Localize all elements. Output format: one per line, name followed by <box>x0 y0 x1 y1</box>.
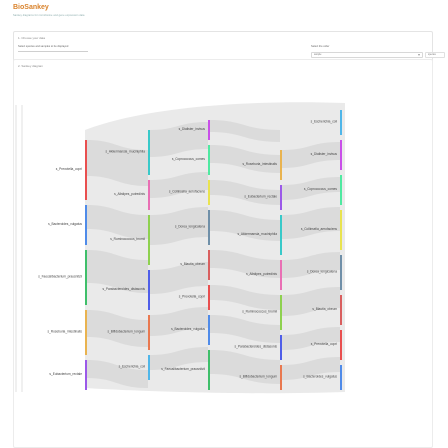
sankey-node[interactable] <box>280 295 282 330</box>
sankey-node[interactable] <box>208 315 210 345</box>
sankey-node[interactable] <box>148 315 150 350</box>
sankey-node-label: s_Roseburia_intestinalis <box>47 330 82 334</box>
sankey-node-label: s_Eubacterium_rectale <box>49 372 82 376</box>
sankey-node[interactable] <box>340 365 342 390</box>
sankey-node[interactable] <box>208 145 210 175</box>
sankey-node-label: s_Akkermansia_muciniphila <box>105 150 145 154</box>
sankey-node[interactable] <box>280 260 282 290</box>
sankey-node-label: s_Alistipes_putredinis <box>246 272 277 276</box>
sankey-node[interactable] <box>208 210 210 245</box>
sankey-node-label: s_Collinsella_aerofaciens <box>169 190 206 194</box>
sankey-node[interactable] <box>148 355 150 380</box>
sankey-node-label: s_Blautia_obeum <box>180 262 205 266</box>
sankey-node[interactable] <box>85 140 87 200</box>
sankey-node-label: s_Prevotella_copri <box>56 167 83 171</box>
sankey-node-label: s_Bifidobacterium_longum <box>239 375 277 379</box>
sankey-node[interactable] <box>340 210 342 250</box>
sankey-node-label: s_Bacteroides_vulgatus <box>303 375 337 379</box>
sankey-node-label: s_Dorea_longicatena <box>175 225 205 229</box>
sankey-node-label: s_Akkermansia_muciniphila <box>237 232 277 236</box>
sankey-node-label: s_Faecalibacterium_prausnitzii <box>38 275 82 279</box>
sankey-node[interactable] <box>280 335 282 360</box>
sankey-node-label: s_Collinsella_aerofaciens <box>301 227 338 231</box>
sankey-node[interactable] <box>148 130 150 175</box>
sankey-node[interactable] <box>340 330 342 360</box>
sankey-node-label: s_Coprococcus_comes <box>172 157 206 161</box>
sankey-node[interactable] <box>148 270 150 310</box>
sankey-node-label: s_Bacteroides_vulgatus <box>171 327 205 331</box>
biosankey-app: BioSankey Sankey diagrams for microbiome… <box>0 0 448 448</box>
sankey-node-label: s_Escherichia_coli <box>119 365 146 369</box>
sankey-node[interactable] <box>85 205 87 245</box>
sankey-node-label: s_Faecalibacterium_prausnitzii <box>161 367 205 371</box>
sankey-node-label: s_Dialister_invisus <box>311 152 338 156</box>
sankey-node-label: s_Ruminococcus_bromii <box>110 237 145 241</box>
sankey-node-label: s_Eubacterium_rectale <box>244 195 277 199</box>
sankey-node[interactable] <box>208 120 210 140</box>
sankey-node-label: s_Alistipes_putredinis <box>114 192 145 196</box>
sankey-node-label: s_Dialister_invisus <box>179 127 206 131</box>
sankey-node[interactable] <box>208 285 210 310</box>
sankey-node-label: s_Blautia_obeum <box>312 307 337 311</box>
sankey-node-label: s_Escherichia_coli <box>311 120 338 124</box>
sankey-node-label: s_Parabacteroides_distasonis <box>102 287 145 291</box>
sankey-node-label: s_Parabacteroides_distasonis <box>234 345 277 349</box>
sankey-node[interactable] <box>340 140 342 170</box>
sankey-node[interactable] <box>340 110 342 135</box>
sankey-node-label: s_Roseburia_intestinalis <box>242 162 277 166</box>
sankey-node[interactable] <box>208 250 210 280</box>
sankey-node[interactable] <box>340 175 342 205</box>
sankey-node[interactable] <box>85 250 87 305</box>
sankey-diagram: s_Prevotella_copri s_Bacteroides_vulgatus… <box>15 102 345 394</box>
sankey-node[interactable] <box>148 180 150 210</box>
sankey-node-label: s_Coprococcus_comes <box>304 187 338 191</box>
sankey-node[interactable] <box>148 215 150 265</box>
sankey-node-label: s_Prevotella_copri <box>311 342 338 346</box>
sankey-node[interactable] <box>280 150 282 180</box>
sankey-node[interactable] <box>280 185 282 210</box>
sankey-node[interactable] <box>340 295 342 325</box>
sankey-node[interactable] <box>208 180 210 205</box>
sankey-node[interactable] <box>85 310 87 355</box>
sankey-node[interactable] <box>208 350 210 390</box>
sankey-node[interactable] <box>280 365 282 390</box>
sankey-node[interactable] <box>280 215 282 255</box>
sankey-node[interactable] <box>340 255 342 290</box>
sankey-node-label: s_Prevotella_copri <box>179 295 206 299</box>
sankey-node-label: s_Dorea_longicatena <box>307 270 337 274</box>
sankey-node-label: s_Bifidobacterium_longum <box>107 330 145 334</box>
sankey-node-label: s_Bacteroides_vulgatus <box>48 222 82 226</box>
sankey-node[interactable] <box>85 360 87 390</box>
sankey-node-label: s_Ruminococcus_bromii <box>242 310 277 314</box>
